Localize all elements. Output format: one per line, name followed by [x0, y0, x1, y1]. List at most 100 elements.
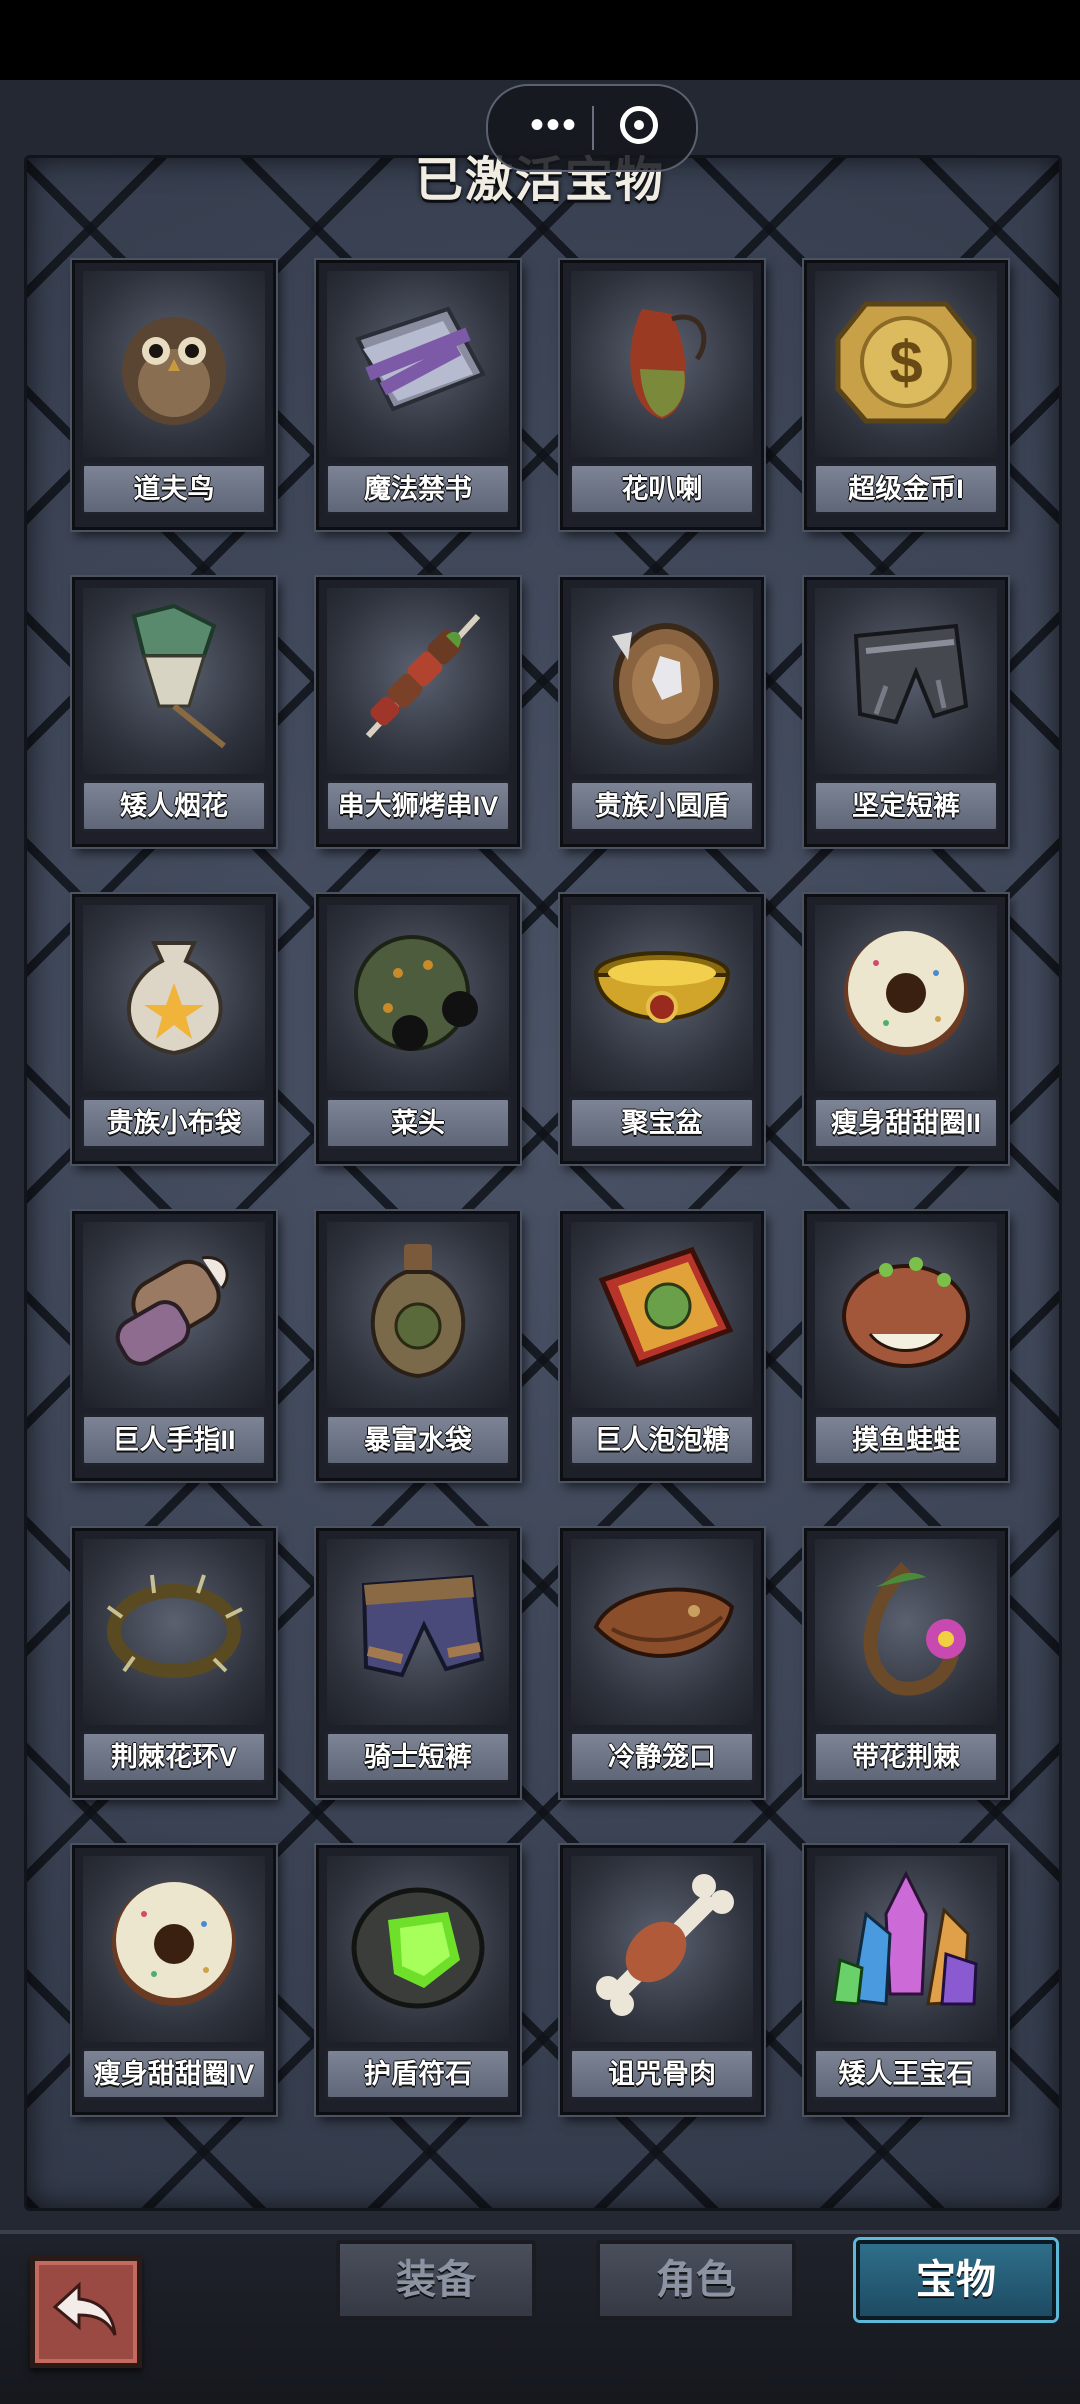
treasure-art — [327, 1222, 509, 1408]
bubblegum-icon — [598, 1246, 734, 1368]
treasure-card[interactable]: 矮人烟花 — [72, 577, 276, 847]
status-bar — [0, 0, 1080, 80]
treasure-art — [815, 905, 997, 1091]
treasure-name: 荆棘花环V — [81, 1731, 267, 1783]
more-dots-icon[interactable]: ••• — [518, 105, 590, 148]
treasure-art — [83, 1856, 265, 2042]
treasure-art — [83, 1222, 265, 1408]
treasure-name: 菜头 — [325, 1097, 511, 1149]
treasure-art — [571, 1222, 753, 1408]
treasure-art — [327, 1539, 509, 1725]
treasure-card[interactable]: 串大狮烤串IV — [316, 577, 520, 847]
round-shield-icon — [612, 623, 719, 745]
treasure-art — [571, 905, 753, 1091]
treasure-card[interactable]: 骑士短裤 — [316, 1528, 520, 1798]
knight-shorts-icon — [361, 1574, 485, 1678]
treasure-art — [327, 588, 509, 774]
treasure-art — [83, 905, 265, 1091]
donut-icon — [844, 931, 968, 1055]
treasure-card[interactable]: 道夫鸟 — [72, 260, 276, 530]
treasure-art — [327, 271, 509, 457]
target-close-icon[interactable] — [620, 106, 658, 144]
treasure-name: 坚定短裤 — [813, 780, 999, 832]
back-arrow-icon — [52, 2281, 117, 2336]
treasure-name: 聚宝盆 — [569, 1097, 755, 1149]
treasure-card[interactable]: 魔法禁书 — [316, 260, 520, 530]
treasure-card[interactable]: 瘦身甜甜圈II — [804, 894, 1008, 1164]
treasure-name: 带花荆棘 — [813, 1731, 999, 1783]
treasure-card[interactable]: 聚宝盆 — [560, 894, 764, 1164]
tab-character[interactable]: 角色 — [596, 2240, 796, 2320]
treasure-card[interactable]: 巨人手指II — [72, 1211, 276, 1481]
treasure-name: 矮人王宝石 — [813, 2048, 999, 2100]
treasure-card[interactable]: 贵族小圆盾 — [560, 577, 764, 847]
mini-program-capsule: ••• — [486, 84, 698, 172]
back-button[interactable] — [30, 2256, 142, 2368]
treasure-card[interactable]: 暴富水袋 — [316, 1211, 520, 1481]
treasure-name: 巨人手指II — [81, 1414, 267, 1466]
svg-text:$: $ — [889, 329, 922, 396]
tab-treasure[interactable]: 宝物 — [856, 2240, 1056, 2320]
treasure-art — [815, 1856, 997, 2042]
treasure-name: 诅咒骨肉 — [569, 2048, 755, 2100]
treasure-card[interactable]: 瘦身甜甜圈IV — [72, 1845, 276, 2115]
gold-coin-icon: $ — [835, 301, 977, 424]
treasure-card[interactable]: 荆棘花环V — [72, 1528, 276, 1798]
treasure-name: 超级金币I — [813, 463, 999, 515]
treasure-art — [815, 1222, 997, 1408]
treasure-card[interactable]: 坚定短裤 — [804, 577, 1008, 847]
tab-equipment[interactable]: 装备 — [336, 2240, 536, 2320]
treasure-name: 道夫鸟 — [81, 463, 267, 515]
treasure-name: 瘦身甜甜圈II — [813, 1097, 999, 1149]
capsule-divider — [592, 106, 594, 150]
treasure-card[interactable]: 花叭喇 — [560, 260, 764, 530]
treasure-art: $ — [815, 271, 997, 457]
iron-shorts-icon — [853, 623, 969, 725]
flower-thorn-icon — [863, 1562, 966, 1696]
donut-icon — [112, 1882, 236, 2006]
firework-icon — [131, 603, 226, 749]
treasure-card[interactable]: 巨人泡泡糖 — [560, 1211, 764, 1481]
treasure-art — [571, 1539, 753, 1725]
treasure-name: 贵族小布袋 — [81, 1097, 267, 1149]
treasure-card[interactable]: 带花荆棘 — [804, 1528, 1008, 1798]
treasure-name: 贵族小圆盾 — [569, 780, 755, 832]
cloth-bag-icon — [127, 941, 223, 1056]
treasure-art — [571, 588, 753, 774]
treasure-card[interactable]: $ 超级金币I — [804, 260, 1008, 530]
muzzle-icon — [593, 1587, 735, 1658]
treasure-name: 串大狮烤串IV — [325, 780, 511, 832]
treasure-art — [815, 1539, 997, 1725]
pitcher-plant-icon — [630, 309, 707, 419]
thorn-wreath-icon — [106, 1574, 243, 1678]
treasure-name: 骑士短裤 — [325, 1731, 511, 1783]
treasure-art — [571, 271, 753, 457]
treasure-name: 矮人烟花 — [81, 780, 267, 832]
treasure-name: 摸鱼蛙蛙 — [813, 1414, 999, 1466]
forbidden-book-icon — [355, 306, 486, 412]
cabbage-head-icon — [354, 935, 478, 1051]
crystal-cluster-icon — [832, 1870, 978, 2006]
treasure-name: 暴富水袋 — [325, 1414, 511, 1466]
treasure-art — [83, 1539, 265, 1725]
treasure-card[interactable]: 矮人王宝石 — [804, 1845, 1008, 2115]
giant-finger-icon — [115, 1256, 229, 1366]
treasure-card[interactable]: 诅咒骨肉 — [560, 1845, 764, 2115]
treasure-card[interactable]: 贵族小布袋 — [72, 894, 276, 1164]
owl-icon — [122, 317, 226, 425]
kebab-icon — [365, 613, 481, 739]
frog-icon — [842, 1257, 970, 1368]
treasure-name: 冷静笼口 — [569, 1731, 755, 1783]
treasure-art — [571, 1856, 753, 2042]
treasure-card[interactable]: 菜头 — [316, 894, 520, 1164]
treasure-art — [327, 1856, 509, 2042]
treasure-name: 花叭喇 — [569, 463, 755, 515]
treasure-art — [815, 588, 997, 774]
treasure-name: 瘦身甜甜圈IV — [81, 2048, 267, 2100]
treasure-bowl-icon — [593, 951, 731, 1023]
treasure-card[interactable]: 冷静笼口 — [560, 1528, 764, 1798]
treasure-card[interactable]: 护盾符石 — [316, 1845, 520, 2115]
treasure-card[interactable]: 摸鱼蛙蛙 — [804, 1211, 1008, 1481]
treasure-art — [83, 588, 265, 774]
treasure-name: 巨人泡泡糖 — [569, 1414, 755, 1466]
